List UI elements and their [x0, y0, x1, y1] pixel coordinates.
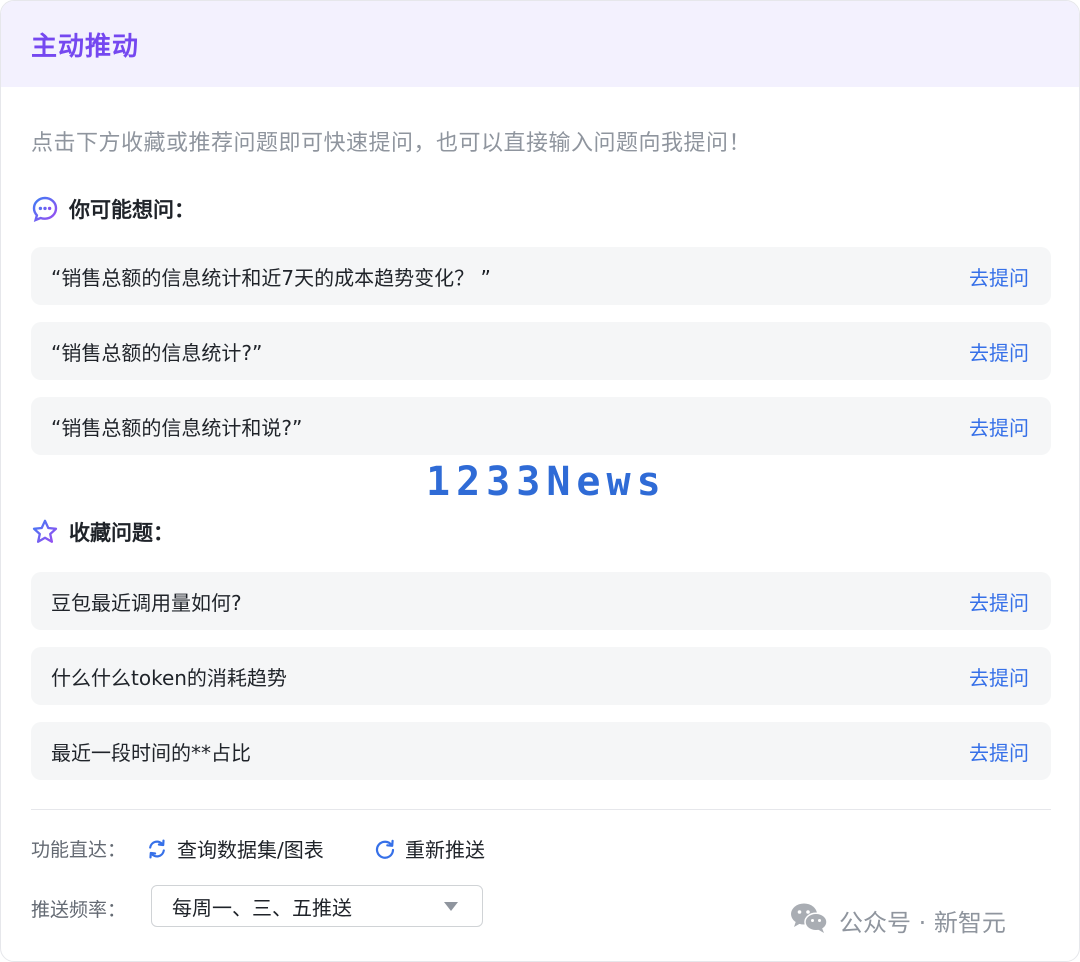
favorite-question-row[interactable]: 什么什么token的消耗趋势 去提问: [31, 647, 1051, 705]
query-dataset-button[interactable]: 查询数据集/图表: [145, 834, 324, 863]
source-watermark-text: 公众号 · 新智元: [839, 908, 1006, 937]
favorite-question-row[interactable]: 最近一段时间的**占比 去提问: [31, 722, 1051, 780]
repush-button[interactable]: 重新推送: [373, 834, 485, 863]
push-panel: 主动推动 点击下方收藏或推荐问题即可快速提问，也可以直接输入问题向我提问！ 你可…: [0, 0, 1080, 962]
chat-bubble-icon: [31, 195, 59, 223]
question-text: 豆包最近调用量如何?: [51, 590, 242, 615]
ask-link[interactable]: 去提问: [969, 662, 1029, 691]
ask-link[interactable]: 去提问: [969, 262, 1029, 291]
ask-link[interactable]: 去提问: [969, 412, 1029, 441]
question-text: 什么什么token的消耗趋势: [51, 665, 287, 690]
favorites-section-title: 收藏问题：: [69, 521, 174, 545]
panel-title: 主动推动: [31, 31, 140, 62]
push-frequency-label: 推送频率：: [31, 899, 127, 921]
suggest-question-row[interactable]: “销售总额的信息统计和说?” 去提问: [31, 397, 1051, 455]
function-shortcut-label: 功能直达：: [31, 839, 127, 861]
question-text: “销售总额的信息统计?”: [51, 340, 263, 365]
brand-watermark: 1233News: [426, 459, 667, 505]
suggest-section-title: 你可能想问：: [69, 198, 195, 222]
favorite-question-row[interactable]: 豆包最近调用量如何? 去提问: [31, 572, 1051, 630]
footer-divider: [31, 809, 1051, 810]
redo-icon: [373, 837, 397, 861]
suggest-question-row[interactable]: “销售总额的信息统计?” 去提问: [31, 322, 1051, 380]
suggest-question-row[interactable]: “销售总额的信息统计和近7天的成本趋势变化？ ” 去提问: [31, 247, 1051, 305]
push-frequency-select[interactable]: 每周一、三、五推送: [151, 885, 483, 927]
ask-link[interactable]: 去提问: [969, 587, 1029, 616]
refresh-icon: [145, 837, 169, 861]
repush-label: 重新推送: [405, 838, 485, 862]
star-icon: [31, 518, 59, 546]
question-text: 最近一段时间的**占比: [51, 740, 251, 765]
wechat-icon: [789, 901, 829, 939]
favorites-section-header: 收藏问题：: [31, 517, 174, 547]
panel-header: 主动推动: [1, 1, 1079, 87]
ask-link[interactable]: 去提问: [969, 337, 1029, 366]
question-text: “销售总额的信息统计和近7天的成本趋势变化？ ”: [51, 265, 491, 290]
push-frequency-value: 每周一、三、五推送: [172, 895, 352, 920]
intro-text: 点击下方收藏或推荐问题即可快速提问，也可以直接输入问题向我提问！: [31, 131, 752, 156]
source-watermark: 公众号 · 新智元: [789, 901, 1006, 939]
ask-link[interactable]: 去提问: [969, 737, 1029, 766]
dropdown-caret-icon: [444, 901, 458, 911]
query-dataset-label: 查询数据集/图表: [177, 838, 324, 862]
question-text: “销售总额的信息统计和说?”: [51, 415, 303, 440]
suggest-section-header: 你可能想问：: [31, 194, 195, 224]
